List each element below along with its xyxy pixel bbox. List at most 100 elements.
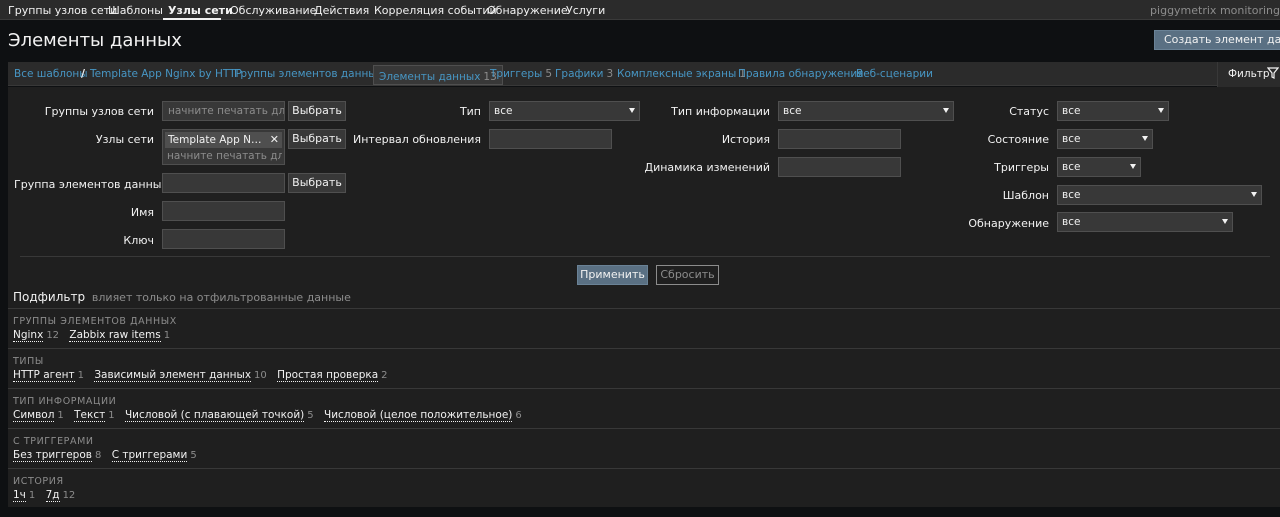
- host-groups-select-button[interactable]: Выбрать: [288, 101, 346, 121]
- tab-items[interactable]: Элементы данных 13: [373, 65, 503, 85]
- filter-tab-label: Фильтр: [1228, 68, 1270, 80]
- subfilter-heading-history: ИСТОРИЯ: [13, 476, 64, 487]
- menu-hosts[interactable]: Узлы сети: [168, 4, 233, 17]
- reset-button[interactable]: Сбросить: [656, 265, 719, 285]
- hosts-select-button[interactable]: Выбрать: [288, 129, 346, 149]
- subfilter-heading-info-type: ТИП ИНФОРМАЦИИ: [13, 396, 117, 407]
- create-item-button[interactable]: Создать элемент данных: [1154, 30, 1280, 50]
- subfilter-row-history: 1ч 1 7д 12: [13, 489, 82, 502]
- subfilter-title: Подфильтр влияет только на отфильтрованн…: [13, 290, 351, 304]
- menu-services[interactable]: Услуги: [566, 4, 605, 17]
- hosts-multiselect[interactable]: Template App Nginx by HTTP ✕ начните печ…: [162, 129, 285, 165]
- type-label: Тип: [459, 105, 481, 118]
- application-label: Группа элементов данных: [14, 178, 168, 191]
- menu-event-correlation[interactable]: Корреляция событий: [374, 4, 497, 17]
- server-name: piggymetrix monitoring: [1150, 4, 1280, 17]
- chevron-down-icon: [1222, 219, 1228, 224]
- tab-screens[interactable]: Комплексные экраны 1: [617, 68, 746, 80]
- discovery-select[interactable]: все: [1057, 212, 1233, 232]
- subfilter-count: 5: [190, 450, 197, 461]
- bottom-edge: [8, 508, 1280, 517]
- subfilter-separator: [8, 428, 1280, 429]
- name-label: Имя: [130, 206, 154, 219]
- subfilter-separator: [8, 468, 1280, 469]
- remove-chip-icon[interactable]: ✕: [270, 132, 279, 148]
- breadcrumb-template[interactable]: Template App Nginx by HTTP: [90, 68, 242, 80]
- subfilter-count: 6: [515, 410, 522, 421]
- application-select-button[interactable]: Выбрать: [288, 173, 346, 193]
- subfilter-option[interactable]: Nginx: [13, 329, 44, 342]
- tab-web-scenarios[interactable]: Веб-сценарии: [856, 68, 933, 80]
- info-type-label: Тип информации: [671, 105, 770, 118]
- filter-funnel-icon: [1266, 67, 1280, 82]
- hosts-search-input[interactable]: начните печатать для поиска: [167, 150, 282, 162]
- trends-input[interactable]: [778, 157, 901, 177]
- menu-host-groups[interactable]: Группы узлов сети: [8, 4, 117, 17]
- tab-discovery-rules-label: Правила обнаружения: [738, 68, 864, 80]
- triggers-select-value: все: [1062, 161, 1081, 173]
- subfilter-count: 1: [57, 410, 64, 421]
- menu-templates[interactable]: Шаблоны: [108, 4, 163, 17]
- subfilter-option[interactable]: Простая проверка: [277, 369, 379, 382]
- history-input[interactable]: [778, 129, 901, 149]
- state-label: Состояние: [987, 133, 1049, 146]
- tab-triggers[interactable]: Триггеры 5: [490, 68, 552, 80]
- subfilter-heading-triggers: С ТРИГГЕРАМИ: [13, 436, 94, 447]
- menu-actions[interactable]: Действия: [314, 4, 369, 17]
- tab-graphs[interactable]: Графики 3: [555, 68, 613, 80]
- tab-applications[interactable]: Группы элементов данных2: [234, 68, 393, 80]
- subfilter-option[interactable]: 1ч: [13, 489, 26, 502]
- apply-button[interactable]: Применить: [577, 265, 648, 285]
- subfilter-count: 8: [94, 450, 102, 461]
- subfilter-option[interactable]: Числовой (целое положительное): [324, 409, 513, 422]
- filter-tab[interactable]: Фильтр: [1217, 62, 1280, 87]
- template-label: Шаблон: [1002, 189, 1049, 202]
- type-select[interactable]: все: [489, 101, 640, 121]
- subfilter-separator: [8, 308, 1280, 309]
- template-navigation: Все шаблоны / Template App Nginx by HTTP…: [8, 62, 1280, 86]
- chevron-down-icon: [629, 108, 635, 113]
- subfilter-count: 1: [163, 330, 171, 341]
- discovery-select-value: все: [1062, 216, 1081, 228]
- name-input[interactable]: [162, 201, 285, 221]
- subfilter-count: 1: [28, 490, 36, 501]
- template-select[interactable]: все: [1057, 185, 1262, 205]
- key-input[interactable]: [162, 229, 285, 249]
- subfilter-option[interactable]: 7д: [45, 489, 60, 502]
- subfilter-option[interactable]: Числовой (с плавающей точкой): [124, 409, 305, 422]
- subfilter-title-text: Подфильтр: [13, 290, 86, 304]
- menu-discovery[interactable]: Обнаружение: [487, 4, 568, 17]
- subfilter-option[interactable]: Текст: [74, 409, 106, 422]
- subfilter-option[interactable]: Zabbix raw items: [69, 329, 161, 342]
- subfilter-separator: [8, 348, 1280, 349]
- subfilter-option[interactable]: Зависимый элемент данных: [94, 369, 252, 382]
- template-select-value: все: [1062, 189, 1081, 201]
- tab-web-scenarios-label: Веб-сценарии: [856, 68, 933, 80]
- subfilter-option[interactable]: HTTP агент: [13, 369, 75, 382]
- subfilter-row-info-type: Символ 1 Текст 1 Числовой (с плавающей точ…: [13, 409, 529, 422]
- trends-label: Динамика изменений: [644, 161, 770, 174]
- update-interval-input[interactable]: [489, 129, 612, 149]
- subfilter-count: 12: [46, 330, 60, 341]
- status-select[interactable]: все: [1057, 101, 1169, 121]
- subfilter-option[interactable]: С триггерами: [111, 449, 188, 462]
- subfilter-count: 1: [77, 370, 84, 381]
- breadcrumb-all-templates[interactable]: Все шаблоны: [14, 68, 88, 80]
- subfilter-heading-applications: ГРУППЫ ЭЛЕМЕНТОВ ДАННЫХ: [13, 316, 177, 327]
- info-type-select-value: все: [783, 105, 802, 117]
- subfilter-option[interactable]: Символ: [13, 409, 55, 422]
- subfilter-option[interactable]: Без триггеров: [13, 449, 92, 462]
- update-interval-label: Интервал обновления: [352, 133, 481, 146]
- chevron-down-icon: [1158, 108, 1164, 113]
- filter-divider: [20, 256, 1270, 257]
- menu-maintenance[interactable]: Обслуживание: [230, 4, 316, 17]
- triggers-select[interactable]: все: [1057, 157, 1141, 177]
- tab-discovery-rules[interactable]: Правила обнаружения: [738, 68, 864, 80]
- tab-graphs-count: 3: [606, 68, 614, 80]
- application-input[interactable]: [162, 173, 285, 193]
- state-select[interactable]: все: [1057, 129, 1153, 149]
- info-type-select[interactable]: все: [778, 101, 954, 121]
- host-groups-input[interactable]: начните печатать для поиска: [162, 101, 285, 121]
- subfilter-row-triggers: Без триггеров 8 С триггерами 5: [13, 449, 204, 462]
- subfilter-count: 10: [254, 370, 267, 381]
